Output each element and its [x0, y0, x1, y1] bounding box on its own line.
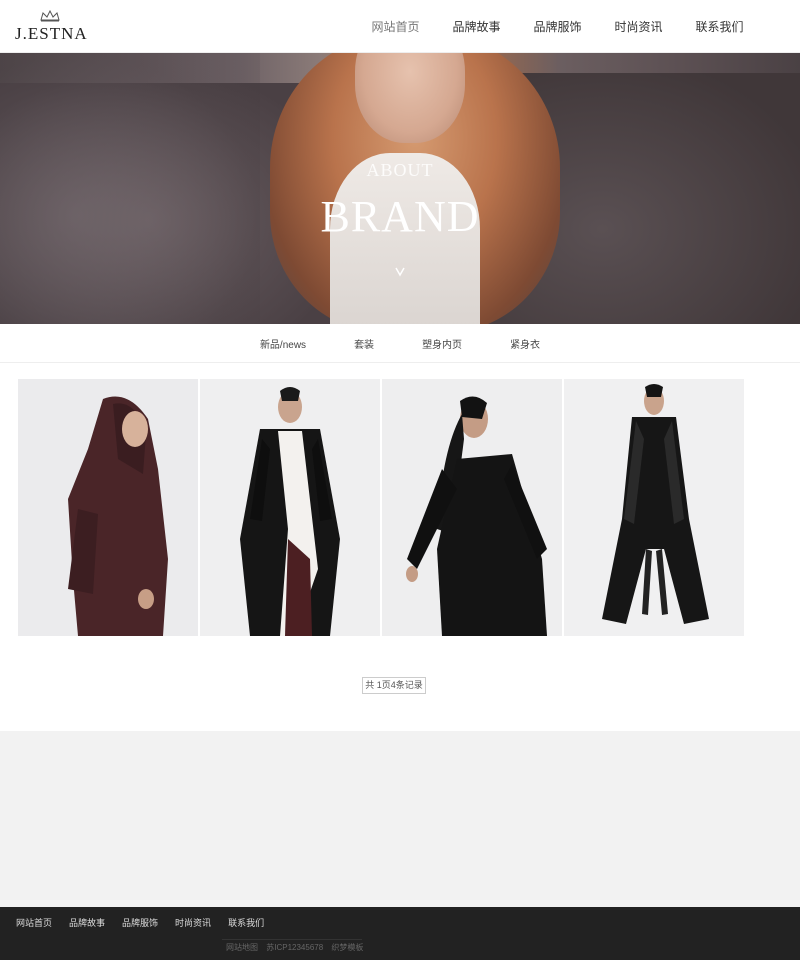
template-credit[interactable]: 织梦模板 — [331, 943, 363, 952]
model-velvet-coat-image — [564, 379, 744, 636]
icp-number: 苏ICP12345678 — [266, 943, 324, 952]
down-arrow-icon — [395, 267, 405, 277]
banner-shade — [0, 53, 260, 324]
footer-nav-brand-apparel[interactable]: 品牌服饰 — [122, 916, 158, 929]
hero-banner: ABOUT BRAND — [0, 53, 800, 324]
model-burgundy-image — [18, 379, 198, 636]
category-tights[interactable]: 紧身衣 — [510, 336, 540, 351]
model-black-blazer-image — [382, 379, 562, 636]
product-photo[interactable] — [18, 379, 198, 636]
footer-meta: 网站地图 苏ICP12345678 织梦模板 — [226, 942, 369, 953]
category-shapewear[interactable]: 塑身内页 — [422, 336, 462, 351]
logo-wordmark: J.ESTNA — [15, 24, 88, 43]
brand-logo[interactable]: J.ESTNA — [15, 10, 88, 44]
pagination-info: 共 1页4条记录 — [362, 677, 426, 694]
nav-item-contact[interactable]: 联系我们 — [679, 18, 760, 35]
footer-divider — [222, 939, 362, 940]
footer-nav: 网站首页 品牌故事 品牌服饰 时尚资讯 联系我们 — [16, 916, 264, 929]
footer-nav-home[interactable]: 网站首页 — [16, 916, 52, 929]
nav-item-home[interactable]: 网站首页 — [355, 18, 436, 35]
category-new[interactable]: 新品/news — [260, 336, 306, 351]
product-gallery — [18, 379, 746, 636]
nav-item-fashion-news[interactable]: 时尚资讯 — [598, 18, 679, 35]
crown-icon — [40, 10, 60, 22]
footer-nav-brand-story[interactable]: 品牌故事 — [69, 916, 105, 929]
nav-item-brand-story[interactable]: 品牌故事 — [436, 18, 517, 35]
footer-nav-fashion-news[interactable]: 时尚资讯 — [175, 916, 211, 929]
category-nav: 新品/news 套装 塑身内页 紧身衣 — [0, 324, 800, 363]
page-background-band — [0, 731, 800, 907]
nav-item-brand-apparel[interactable]: 品牌服饰 — [517, 18, 598, 35]
product-photo[interactable] — [564, 379, 744, 636]
footer-nav-contact[interactable]: 联系我们 — [228, 916, 264, 929]
sitemap-link[interactable]: 网站地图 — [226, 943, 258, 952]
product-photo[interactable] — [200, 379, 380, 636]
banner-title: BRAND — [320, 192, 480, 241]
model-black-white-coat-image — [200, 379, 380, 636]
category-suits[interactable]: 套装 — [354, 336, 374, 351]
site-footer: 网站首页 品牌故事 品牌服饰 时尚资讯 联系我们 网站地图 苏ICP123456… — [0, 907, 800, 960]
product-photo[interactable] — [382, 379, 562, 636]
site-header: J.ESTNA 网站首页 品牌故事 品牌服饰 时尚资讯 联系我们 — [0, 0, 800, 53]
main-nav: 网站首页 品牌故事 品牌服饰 时尚资讯 联系我们 — [355, 0, 760, 53]
banner-eyebrow: ABOUT — [366, 160, 434, 180]
